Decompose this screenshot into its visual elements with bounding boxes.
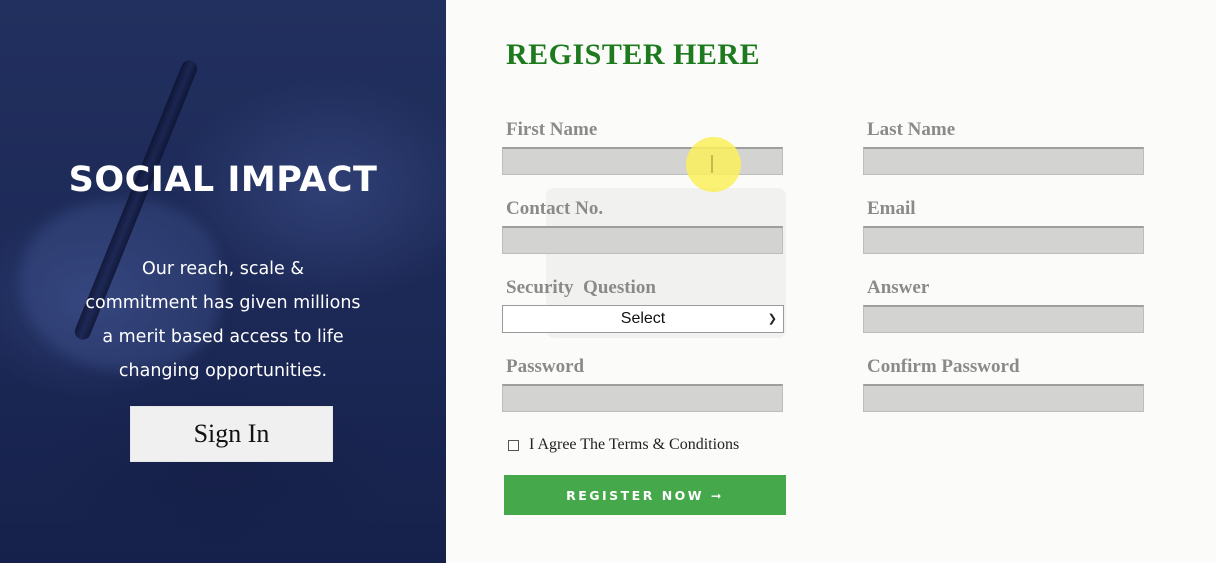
text-cursor-icon (711, 155, 713, 173)
register-heading: REGISTER HERE (506, 38, 761, 71)
contact-input[interactable] (502, 226, 783, 254)
terms-agreement: I Agree The Terms & Conditions (508, 436, 739, 454)
tagline-line: Our reach, scale & (141, 259, 305, 279)
terms-label[interactable]: I Agree The Terms & Conditions (529, 436, 739, 454)
contact-label: Contact No. (506, 198, 604, 219)
answer-input[interactable] (863, 305, 1144, 333)
password-input[interactable] (502, 384, 783, 412)
confirm-password-label: Confirm Password (867, 356, 1020, 377)
first-name-label: First Name (506, 119, 598, 140)
email-input[interactable] (863, 226, 1144, 254)
security-question-select[interactable]: Select ❯ (502, 305, 784, 333)
chevron-down-icon: ❯ (767, 313, 777, 325)
register-now-button[interactable]: REGISTER NOW ➞ (504, 475, 786, 515)
confirm-password-input[interactable] (863, 384, 1144, 412)
last-name-input[interactable] (863, 147, 1144, 175)
security-question-label: Security Question (506, 277, 656, 298)
tagline-line: a merit based access to life (102, 327, 344, 347)
answer-label: Answer (867, 277, 930, 298)
cursor-highlight (686, 137, 741, 192)
password-label: Password (506, 356, 585, 377)
last-name-label: Last Name (867, 119, 956, 140)
hero-tagline: Our reach, scale & commitment has given … (0, 252, 446, 388)
hero-title: SOCIAL IMPACT (68, 160, 378, 200)
security-question-value: Select (620, 310, 666, 327)
tagline-line: changing opportunities. (118, 361, 328, 381)
tagline-line: commitment has given millions (85, 293, 361, 313)
sign-in-button[interactable]: Sign In (130, 406, 333, 462)
terms-checkbox[interactable] (508, 439, 519, 451)
email-label: Email (867, 198, 916, 219)
hero-panel: SOCIAL IMPACT Our reach, scale & commitm… (0, 0, 446, 563)
